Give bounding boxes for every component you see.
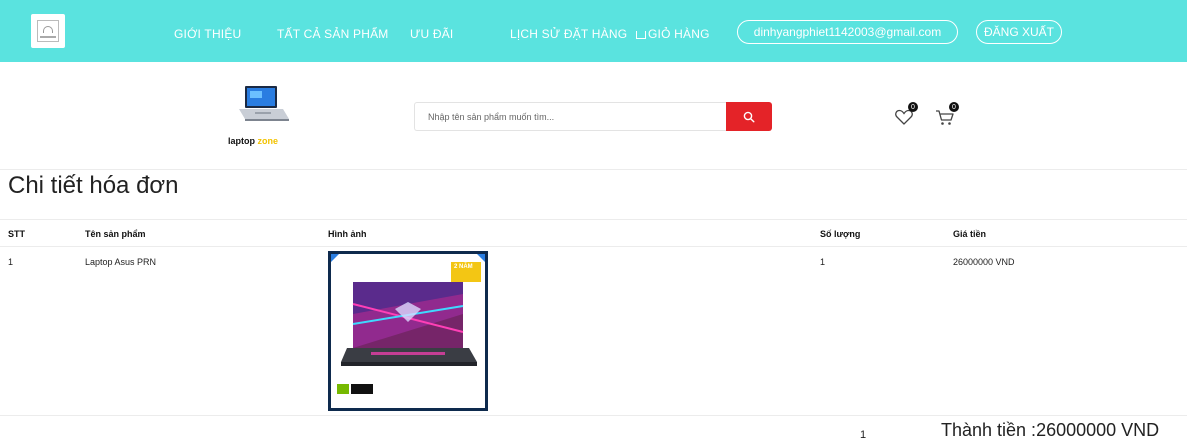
nav-link-cart[interactable]: GIỎ HÀNG [636, 27, 710, 41]
search-input[interactable]: Nhập tên sản phẩm muốn tìm... [414, 102, 726, 131]
column-header-quantity: Số lượng [820, 229, 861, 239]
page-title: Chi tiết hóa đơn [8, 172, 179, 199]
store-icon [37, 20, 59, 42]
column-header-product-name: Tên sản phẩm [85, 229, 146, 239]
warranty-badge-text: 2 NĂM [454, 264, 473, 270]
total-quantity: 1 [860, 429, 867, 441]
table-bottom-divider [0, 415, 1187, 416]
row-price: 26000000 VND [953, 257, 1015, 267]
table-top-divider [0, 219, 1187, 220]
brand-name: laptop zone [228, 136, 278, 146]
top-navbar: GIỚI THIỆU TẤT CẢ SẢN PHẨM ƯU ĐÃI LỊCH S… [0, 0, 1187, 62]
brand-name-part2: zone [257, 136, 279, 146]
table-header-divider [0, 246, 1187, 247]
wishlist-count-badge: 0 [908, 102, 918, 112]
column-header-stt: STT [8, 229, 25, 239]
logout-button[interactable]: ĐĂNG XUẤT [976, 20, 1062, 44]
nav-link-order-history[interactable]: LỊCH SỬ ĐẶT HÀNG [510, 27, 627, 41]
row-product-name: Laptop Asus PRN [85, 257, 157, 267]
nav-link-deals[interactable]: ƯU ĐÃI [410, 27, 453, 41]
nav-cart-label: GIỎ HÀNG [648, 27, 710, 41]
brand-name-part1: laptop [228, 136, 258, 146]
laptop-logo-icon [239, 86, 289, 121]
cart-icon [636, 31, 646, 39]
nav-link-all-products[interactable]: TẤT CẢ SẢN PHẨM [277, 27, 388, 41]
total-amount: Thành tiền :26000000 VND [941, 420, 1160, 440]
nav-link-about[interactable]: GIỚI THIỆU [174, 27, 241, 41]
row-stt: 1 [8, 257, 14, 267]
search-button[interactable] [726, 102, 772, 131]
wishlist-button[interactable]: 0 [893, 102, 918, 128]
column-header-image: Hình ảnh [328, 229, 367, 239]
site-logo-small[interactable] [31, 14, 65, 48]
row-quantity: 1 [820, 257, 826, 267]
cart-count-badge: 0 [949, 102, 959, 112]
user-email-pill[interactable]: dinhyangphiet1142003@gmail.com [737, 20, 958, 44]
product-image: 2 NĂM [328, 251, 488, 411]
column-header-price: Giá tiền [953, 229, 987, 239]
cart-button[interactable]: 0 [934, 102, 959, 128]
search-icon [743, 111, 755, 123]
header-divider [0, 169, 1187, 170]
asus-rog-laptop-image [331, 254, 485, 408]
